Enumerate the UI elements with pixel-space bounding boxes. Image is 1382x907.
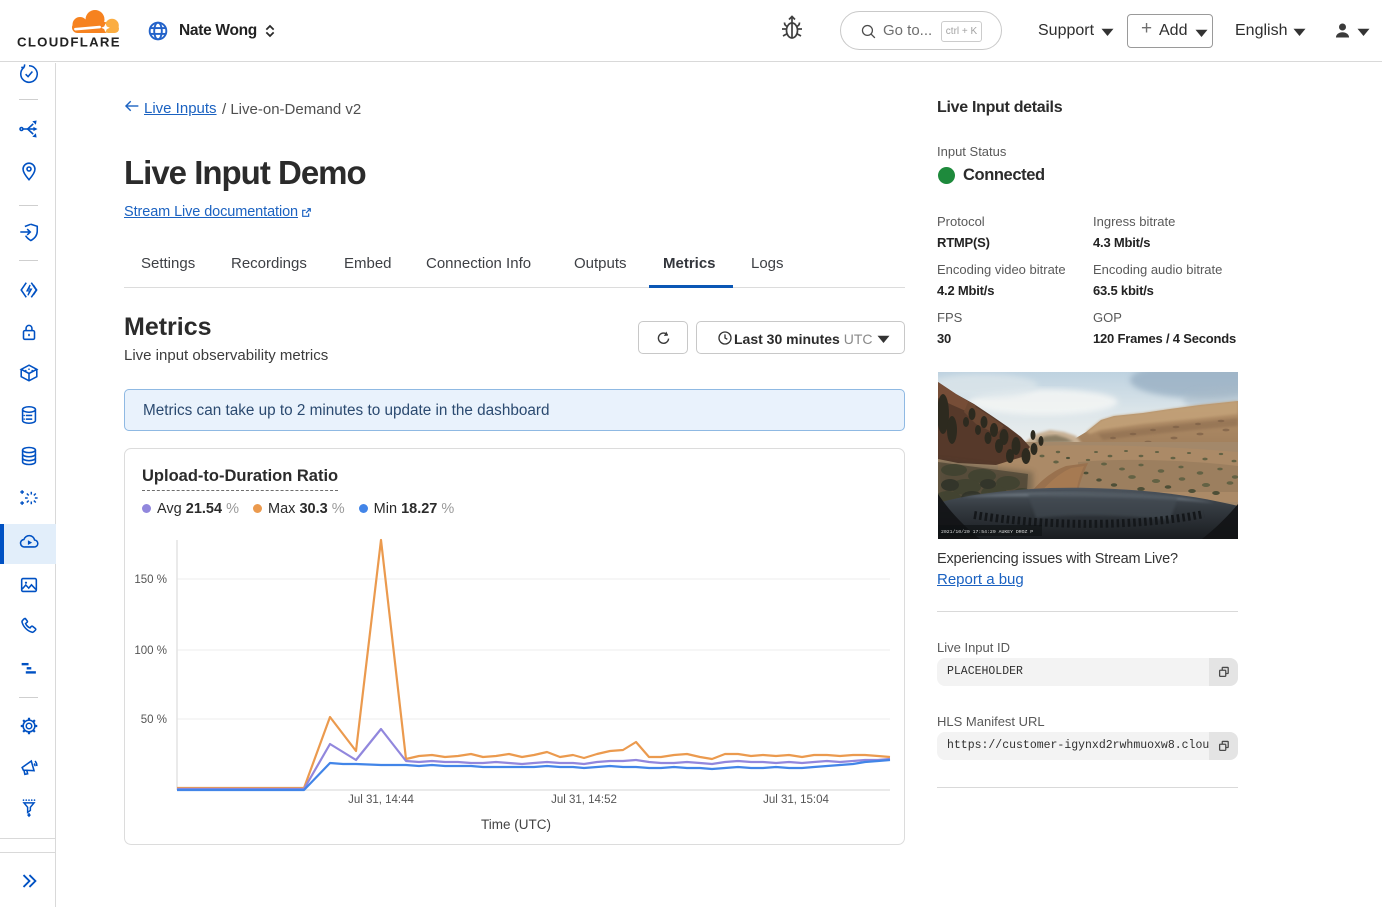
svg-text:100 %: 100 %	[134, 645, 167, 657]
svg-text:Jul 31, 15:04: Jul 31, 15:04	[763, 794, 829, 806]
svg-text:Time (UTC): Time (UTC)	[481, 817, 551, 832]
svg-text:2021/10/20 17:54:29 AUKEY DROZ: 2021/10/20 17:54:29 AUKEY DROZ P	[941, 529, 1033, 535]
svg-text:Jul 31, 14:44: Jul 31, 14:44	[348, 794, 414, 806]
svg-text:CLOUDFLARE: CLOUDFLARE	[17, 35, 121, 49]
svg-text:150 %: 150 %	[134, 574, 167, 586]
svg-text:50 %: 50 %	[141, 714, 167, 726]
svg-text:Jul 31, 14:52: Jul 31, 14:52	[551, 794, 617, 806]
